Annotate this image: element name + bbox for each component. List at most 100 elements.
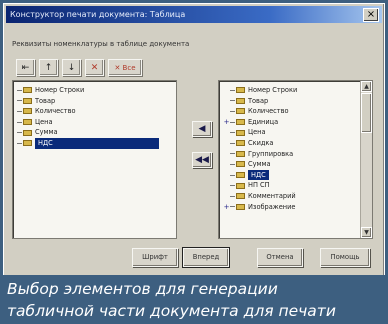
tree-connector	[17, 132, 22, 134]
add-all-button[interactable]: ◀◀	[192, 152, 212, 168]
vertical-scrollbar[interactable]: ▲ ▼	[360, 81, 372, 238]
item-label: НП СП	[248, 181, 270, 190]
move-up-button[interactable]: ↑	[39, 59, 58, 76]
item-label: НДС	[248, 169, 269, 181]
field-icon	[236, 172, 245, 179]
move-first-button[interactable]: ⇤	[16, 59, 35, 76]
item-label: Изображение	[248, 202, 296, 211]
window-title: Конструктор печати документа: Таблица	[10, 10, 186, 19]
tree-connector	[230, 89, 235, 91]
tree-connector	[17, 100, 22, 102]
item-label: Сумма	[35, 128, 58, 137]
list-item[interactable]: НП СП	[223, 180, 372, 191]
item-label: Количество	[248, 107, 289, 116]
selected-fields-tree[interactable]: Номер Строки Товар Количество + Единица Цена С…	[218, 80, 373, 239]
move-first-icon: ⇤	[21, 62, 30, 73]
close-button[interactable]: ×	[363, 8, 379, 22]
field-icon	[236, 87, 245, 94]
list-item[interactable]: Количество	[17, 106, 176, 117]
expand-icon[interactable]: +	[223, 117, 230, 128]
field-icon	[236, 119, 245, 126]
field-icon	[236, 129, 245, 136]
section-caption: Реквизиты номенклатуры в таблице докумен…	[12, 40, 190, 48]
list-item[interactable]: Номер Строки	[17, 85, 176, 96]
expand-icon[interactable]: +	[223, 202, 230, 213]
item-label: Сумма	[248, 160, 271, 169]
title-bar: Конструктор печати документа: Таблица ×	[6, 6, 382, 23]
field-icon	[236, 203, 245, 210]
list-item[interactable]: Скидка	[223, 138, 372, 149]
tree-connector	[230, 110, 235, 112]
figure-caption: Выбор элементов для генерации табличной …	[0, 275, 388, 324]
item-label: Товар	[35, 96, 56, 105]
list-item[interactable]: Товар	[223, 96, 372, 107]
field-icon	[23, 119, 32, 126]
item-label: Комментарий	[248, 191, 296, 200]
tree-connector	[230, 206, 235, 208]
item-label: Цена	[35, 117, 53, 126]
move-down-button[interactable]: ↓	[62, 59, 81, 76]
list-item[interactable]: Цена	[17, 117, 176, 128]
delete-all-button[interactable]: ✕ Все	[108, 59, 142, 76]
tree-connector	[17, 89, 22, 91]
list-item[interactable]: Товар	[17, 96, 176, 107]
field-icon	[236, 193, 245, 200]
help-button[interactable]: Помощь	[320, 248, 370, 267]
field-icon	[23, 129, 32, 136]
list-item[interactable]: + Единица	[223, 117, 372, 128]
field-icon	[236, 97, 245, 104]
scroll-thumb[interactable]	[361, 93, 372, 133]
caption-line-2: табличной части документа для печати	[7, 302, 336, 320]
item-label: Цена	[248, 128, 266, 137]
list-item[interactable]: Цена	[223, 127, 372, 138]
item-label: Единица	[248, 117, 279, 126]
field-icon	[236, 150, 245, 157]
tree-connector	[230, 132, 235, 134]
add-field-button[interactable]: ◀	[192, 121, 212, 137]
next-button[interactable]: Вперед	[182, 247, 230, 268]
tree-connector	[230, 185, 235, 187]
tree-connector	[17, 142, 22, 144]
tree-connector	[230, 195, 235, 197]
field-icon	[236, 161, 245, 168]
delete-button[interactable]: ✕	[85, 59, 104, 76]
tree-connector	[230, 100, 235, 102]
caption-line-1: Выбор элементов для генерации	[7, 280, 278, 298]
list-item[interactable]: НДС	[17, 137, 159, 149]
tree-connector	[230, 174, 235, 176]
field-icon	[23, 87, 32, 94]
delete-all-icon: ✕ Все	[114, 63, 136, 72]
tree-connector	[230, 142, 235, 144]
list-item[interactable]: Комментарий	[223, 191, 372, 202]
tree-connector	[230, 163, 235, 165]
item-label: НДС	[35, 137, 159, 149]
tree-connector	[17, 121, 22, 123]
move-up-icon: ↑	[44, 62, 53, 73]
list-item[interactable]: Количество	[223, 106, 372, 117]
available-fields-items: Номер Строки Товар Количество Цена Сумма НДС	[13, 81, 176, 149]
item-label: Количество	[35, 107, 76, 116]
field-icon	[236, 182, 245, 189]
scroll-down-icon[interactable]: ▼	[361, 227, 372, 238]
available-fields-list[interactable]: Номер Строки Товар Количество Цена Сумма НДС	[12, 80, 177, 239]
list-item[interactable]: Номер Строки	[223, 85, 372, 96]
field-icon	[23, 108, 32, 115]
list-item[interactable]: Группировка	[223, 149, 372, 160]
item-label: Скидка	[248, 138, 274, 147]
move-down-icon: ↓	[67, 62, 76, 73]
list-item[interactable]: НДС	[223, 169, 372, 181]
field-icon	[23, 140, 32, 147]
item-label: Номер Строки	[35, 86, 85, 94]
list-item[interactable]: Сумма	[223, 159, 372, 170]
list-item[interactable]: + Изображение	[223, 202, 372, 213]
list-item[interactable]: Сумма	[17, 127, 176, 138]
tree-connector	[17, 110, 22, 112]
cancel-button[interactable]: Отмена	[257, 248, 303, 267]
item-label: Товар	[248, 96, 269, 105]
item-label: Группировка	[248, 149, 294, 158]
field-icon	[23, 97, 32, 104]
field-icon	[236, 108, 245, 115]
scroll-up-icon[interactable]: ▲	[361, 81, 372, 92]
font-button[interactable]: Шрифт	[132, 248, 178, 267]
delete-icon: ✕	[90, 62, 99, 73]
